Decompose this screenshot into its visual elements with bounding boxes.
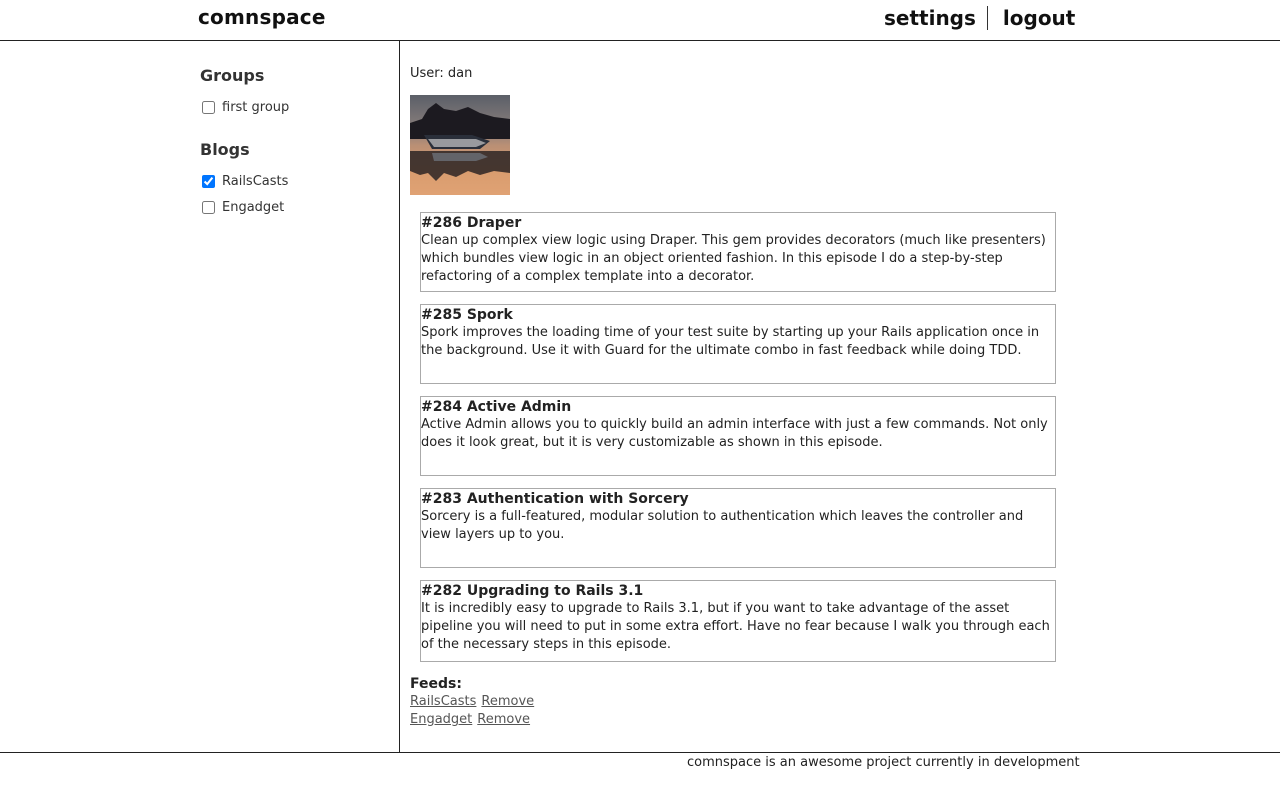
user-avatar <box>410 95 510 195</box>
top-nav: settings logout <box>884 5 1075 31</box>
post-title[interactable]: #286 Draper <box>421 214 1055 232</box>
post-title[interactable]: #285 Spork <box>421 306 1055 324</box>
post-body: Sorcery is a full-featured, modular solu… <box>421 509 1024 542</box>
post-card: #286 Draper Clean up complex view logic … <box>420 212 1056 292</box>
blog-item-engadget[interactable]: Engadget <box>201 200 284 215</box>
feed-link-railscasts[interactable]: RailsCasts <box>410 694 476 709</box>
site-brand[interactable]: comnspace <box>198 5 326 29</box>
post-body: Clean up complex view logic using Draper… <box>421 233 1046 284</box>
group-label: first group <box>222 100 290 115</box>
feed-link-engadget[interactable]: Engadget <box>410 712 472 727</box>
post-body: Active Admin allows you to quickly build… <box>421 417 1048 450</box>
post-body: It is incredibly easy to upgrade to Rail… <box>421 601 1050 652</box>
footer-text: comnspace is an awesome project currentl… <box>687 755 1080 770</box>
post-card: #284 Active Admin Active Admin allows yo… <box>420 396 1056 476</box>
post-card: #283 Authentication with Sorcery Sorcery… <box>420 488 1056 568</box>
post-title[interactable]: #284 Active Admin <box>421 398 1055 416</box>
blog-item-railscasts[interactable]: RailsCasts <box>201 174 288 189</box>
group-item[interactable]: first group <box>201 100 289 115</box>
post-title[interactable]: #283 Authentication with Sorcery <box>421 490 1055 508</box>
header-divider <box>0 40 1280 41</box>
remove-feed-button[interactable]: Remove <box>481 694 534 709</box>
post-title[interactable]: #282 Upgrading to Rails 3.1 <box>421 582 1055 600</box>
post-card: #285 Spork Spork improves the loading ti… <box>420 304 1056 384</box>
feed-row: Engadget Remove <box>410 712 535 727</box>
logout-link[interactable]: logout <box>1003 6 1075 30</box>
blog-checkbox-engadget[interactable] <box>202 201 215 214</box>
blog-label: RailsCasts <box>222 174 289 189</box>
nav-divider <box>986 6 988 30</box>
user-label: User: dan <box>410 66 473 81</box>
post-card: #282 Upgrading to Rails 3.1 It is incred… <box>420 580 1056 662</box>
blog-label: Engadget <box>222 200 285 215</box>
sidebar-divider <box>399 40 400 752</box>
feeds-heading: Feeds: <box>410 676 462 692</box>
remove-feed-button[interactable]: Remove <box>477 712 530 727</box>
footer-divider <box>0 752 1280 753</box>
blogs-heading: Blogs <box>200 140 250 159</box>
post-body: Spork improves the loading time of your … <box>421 325 1040 358</box>
avatar-photo <box>410 95 510 195</box>
group-checkbox[interactable] <box>202 101 215 114</box>
feed-row: RailsCasts Remove <box>410 694 539 709</box>
settings-link[interactable]: settings <box>884 6 976 30</box>
groups-heading: Groups <box>200 66 265 85</box>
blog-checkbox-railscasts[interactable] <box>202 175 215 188</box>
